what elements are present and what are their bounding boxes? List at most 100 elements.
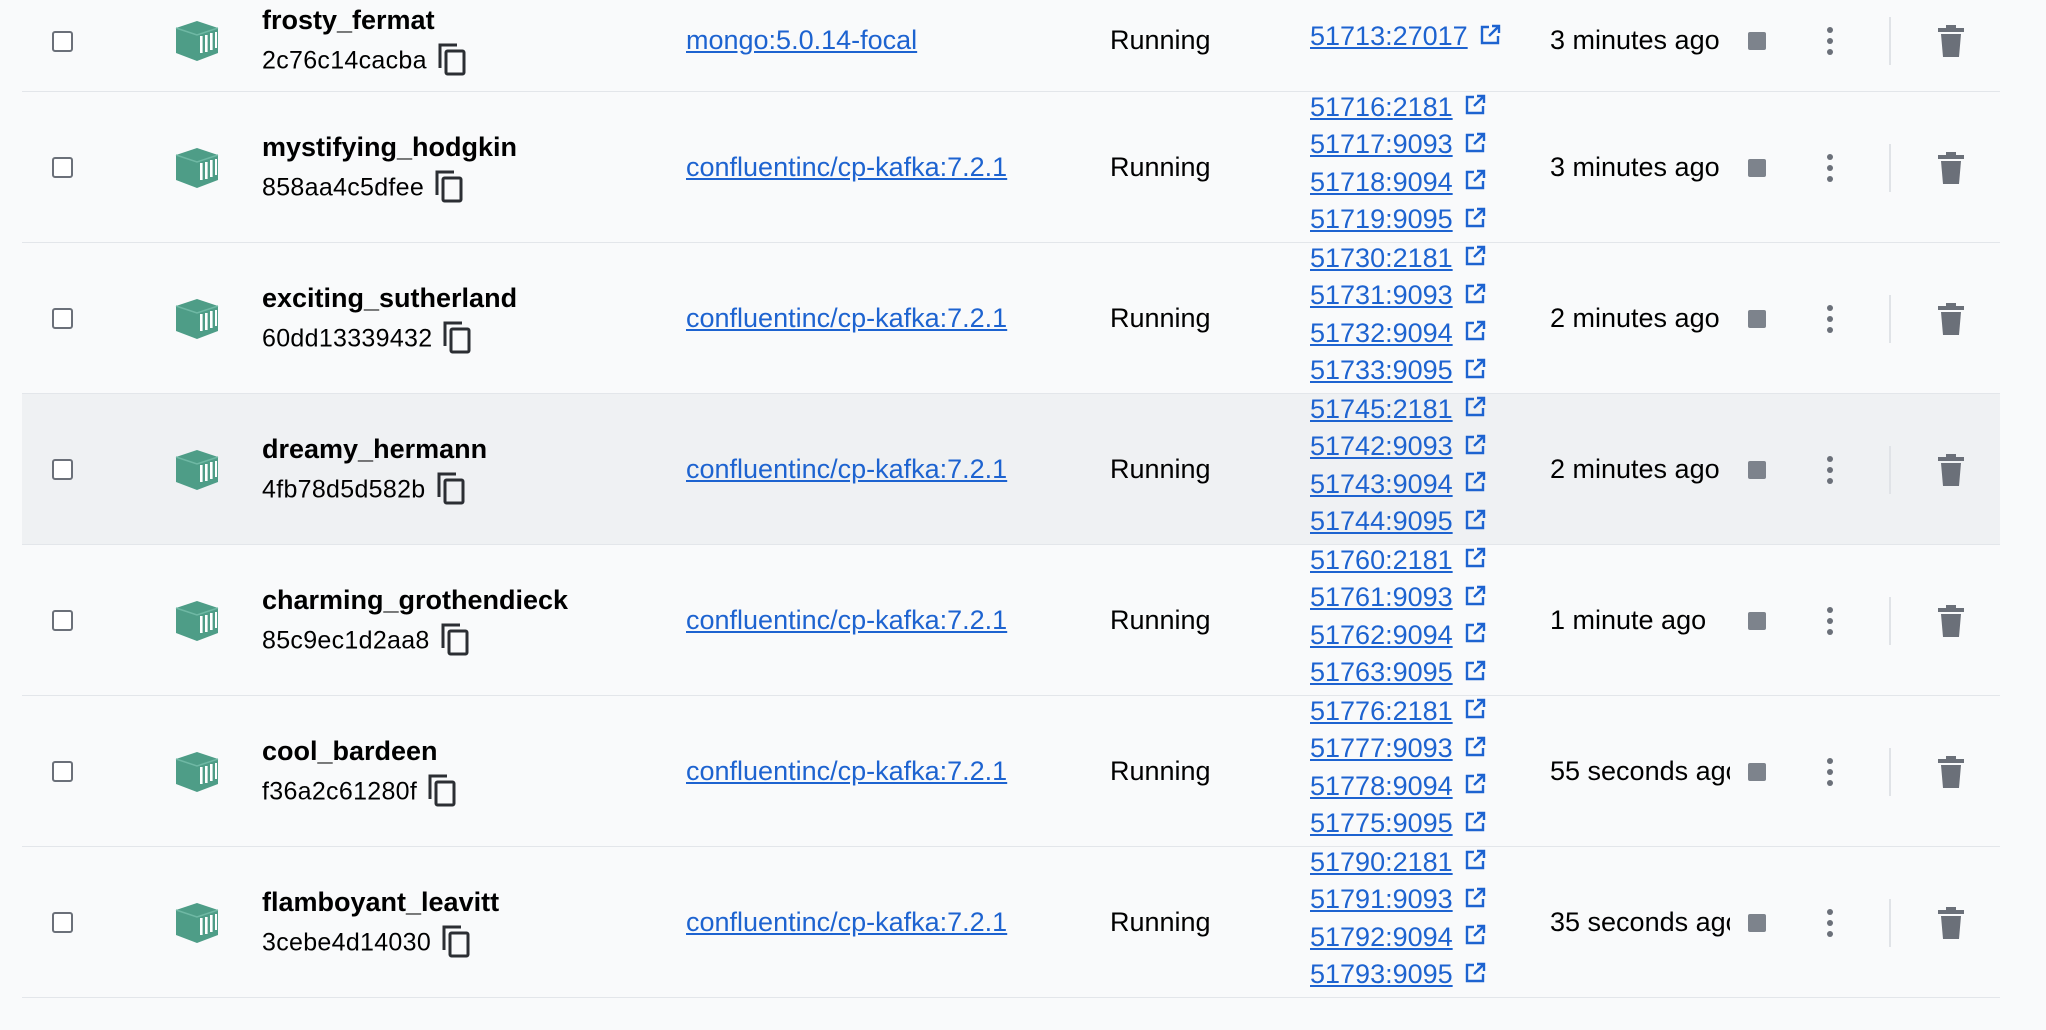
external-link-icon[interactable]: [1463, 433, 1487, 457]
external-link-icon[interactable]: [1463, 357, 1487, 381]
port-link[interactable]: 51760:2181: [1310, 545, 1487, 583]
trash-icon[interactable]: [1936, 906, 1966, 940]
external-link-icon[interactable]: [1463, 319, 1487, 343]
port-link-text[interactable]: 51777:9093: [1310, 733, 1453, 763]
container-row[interactable]: exciting_sutherland 60dd13339432 conflue…: [22, 243, 2000, 394]
external-link-icon[interactable]: [1478, 23, 1502, 47]
more-vertical-icon[interactable]: [1820, 453, 1840, 487]
external-link-icon[interactable]: [1463, 697, 1487, 721]
port-link[interactable]: 51790:2181: [1310, 847, 1487, 885]
stop-icon[interactable]: [1748, 762, 1766, 781]
row-checkbox[interactable]: [52, 912, 73, 933]
port-link-text[interactable]: 51743:9094: [1310, 469, 1453, 499]
port-link-text[interactable]: 51760:2181: [1310, 545, 1453, 575]
image-link[interactable]: confluentinc/cp-kafka:7.2.1: [686, 454, 1007, 485]
container-row[interactable]: dreamy_hermann 4fb78d5d582b confluentinc…: [22, 394, 2000, 545]
container-row[interactable]: mystifying_hodgkin 858aa4c5dfee confluen…: [22, 92, 2000, 243]
port-link-text[interactable]: 51716:2181: [1310, 92, 1453, 122]
port-link[interactable]: 51792:9094: [1310, 922, 1487, 960]
more-vertical-icon[interactable]: [1820, 755, 1840, 789]
external-link-icon[interactable]: [1463, 584, 1487, 608]
external-link-icon[interactable]: [1463, 886, 1487, 910]
port-link[interactable]: 51719:9095: [1310, 204, 1487, 242]
external-link-icon[interactable]: [1463, 93, 1487, 117]
stop-icon[interactable]: [1748, 460, 1766, 479]
container-name[interactable]: dreamy_hermann: [262, 434, 487, 465]
port-link[interactable]: 51776:2181: [1310, 696, 1487, 734]
more-vertical-icon[interactable]: [1820, 24, 1840, 58]
stop-icon[interactable]: [1748, 158, 1766, 177]
external-link-icon[interactable]: [1463, 848, 1487, 872]
port-link-text[interactable]: 51792:9094: [1310, 922, 1453, 952]
row-checkbox[interactable]: [52, 30, 73, 52]
image-link[interactable]: confluentinc/cp-kafka:7.2.1: [686, 907, 1007, 938]
image-link[interactable]: confluentinc/cp-kafka:7.2.1: [686, 303, 1007, 334]
more-vertical-icon[interactable]: [1820, 302, 1840, 336]
row-checkbox[interactable]: [52, 157, 73, 178]
trash-icon[interactable]: [1936, 604, 1966, 638]
image-link[interactable]: confluentinc/cp-kafka:7.2.1: [686, 756, 1007, 787]
external-link-icon[interactable]: [1463, 206, 1487, 230]
stop-icon[interactable]: [1748, 611, 1766, 630]
external-link-icon[interactable]: [1463, 546, 1487, 570]
port-link-text[interactable]: 51776:2181: [1310, 696, 1453, 726]
port-link[interactable]: 51793:9095: [1310, 959, 1487, 997]
port-link[interactable]: 51777:9093: [1310, 733, 1487, 771]
trash-icon[interactable]: [1936, 755, 1966, 789]
port-link[interactable]: 51762:9094: [1310, 620, 1487, 658]
external-link-icon[interactable]: [1463, 470, 1487, 494]
port-link-text[interactable]: 51745:2181: [1310, 394, 1453, 424]
port-link[interactable]: 51730:2181: [1310, 243, 1487, 281]
port-link[interactable]: 51718:9094: [1310, 167, 1487, 205]
container-row[interactable]: charming_grothendieck 85c9ec1d2aa8 confl…: [22, 545, 2000, 696]
trash-icon[interactable]: [1936, 24, 1966, 58]
port-link[interactable]: 51713:27017: [1310, 21, 1502, 59]
container-name[interactable]: charming_grothendieck: [262, 585, 568, 616]
container-name[interactable]: mystifying_hodgkin: [262, 132, 517, 163]
copy-icon[interactable]: [437, 42, 467, 76]
port-link-text[interactable]: 51713:27017: [1310, 21, 1468, 51]
port-link-text[interactable]: 51793:9095: [1310, 959, 1453, 989]
port-link-text[interactable]: 51778:9094: [1310, 771, 1453, 801]
copy-icon[interactable]: [436, 471, 466, 505]
row-checkbox[interactable]: [52, 761, 73, 782]
port-link-text[interactable]: 51744:9095: [1310, 506, 1453, 536]
row-checkbox[interactable]: [52, 610, 73, 631]
port-link[interactable]: 51791:9093: [1310, 884, 1487, 922]
port-link-text[interactable]: 51719:9095: [1310, 204, 1453, 234]
external-link-icon[interactable]: [1463, 131, 1487, 155]
port-link[interactable]: 51732:9094: [1310, 318, 1487, 356]
port-link-text[interactable]: 51730:2181: [1310, 243, 1453, 273]
port-link-text[interactable]: 51762:9094: [1310, 620, 1453, 650]
port-link[interactable]: 51731:9093: [1310, 280, 1487, 318]
port-link[interactable]: 51761:9093: [1310, 582, 1487, 620]
port-link-text[interactable]: 51763:9095: [1310, 657, 1453, 687]
port-link[interactable]: 51716:2181: [1310, 92, 1487, 130]
port-link-text[interactable]: 51791:9093: [1310, 884, 1453, 914]
copy-icon[interactable]: [440, 622, 470, 656]
container-name[interactable]: frosty_fermat: [262, 5, 435, 36]
port-link-text[interactable]: 51790:2181: [1310, 847, 1453, 877]
more-vertical-icon[interactable]: [1820, 151, 1840, 185]
more-vertical-icon[interactable]: [1820, 604, 1840, 638]
trash-icon[interactable]: [1936, 302, 1966, 336]
port-link[interactable]: 51775:9095: [1310, 808, 1487, 846]
port-link-text[interactable]: 51717:9093: [1310, 129, 1453, 159]
copy-icon[interactable]: [434, 169, 464, 203]
port-link-text[interactable]: 51733:9095: [1310, 355, 1453, 385]
container-name[interactable]: flamboyant_leavitt: [262, 887, 499, 918]
external-link-icon[interactable]: [1463, 168, 1487, 192]
stop-icon[interactable]: [1748, 32, 1766, 50]
port-link[interactable]: 51778:9094: [1310, 771, 1487, 809]
external-link-icon[interactable]: [1463, 961, 1487, 985]
copy-icon[interactable]: [441, 924, 471, 958]
port-link-text[interactable]: 51761:9093: [1310, 582, 1453, 612]
external-link-icon[interactable]: [1463, 659, 1487, 683]
container-row[interactable]: frosty_fermat 2c76c14cacba mongo:5.0.14-…: [22, 0, 2000, 92]
trash-icon[interactable]: [1936, 151, 1966, 185]
image-link[interactable]: mongo:5.0.14-focal: [686, 25, 917, 56]
row-checkbox[interactable]: [52, 308, 73, 329]
container-row[interactable]: cool_bardeen f36a2c61280f confluentinc/c…: [22, 696, 2000, 847]
port-link-text[interactable]: 51732:9094: [1310, 318, 1453, 348]
image-link[interactable]: confluentinc/cp-kafka:7.2.1: [686, 605, 1007, 636]
